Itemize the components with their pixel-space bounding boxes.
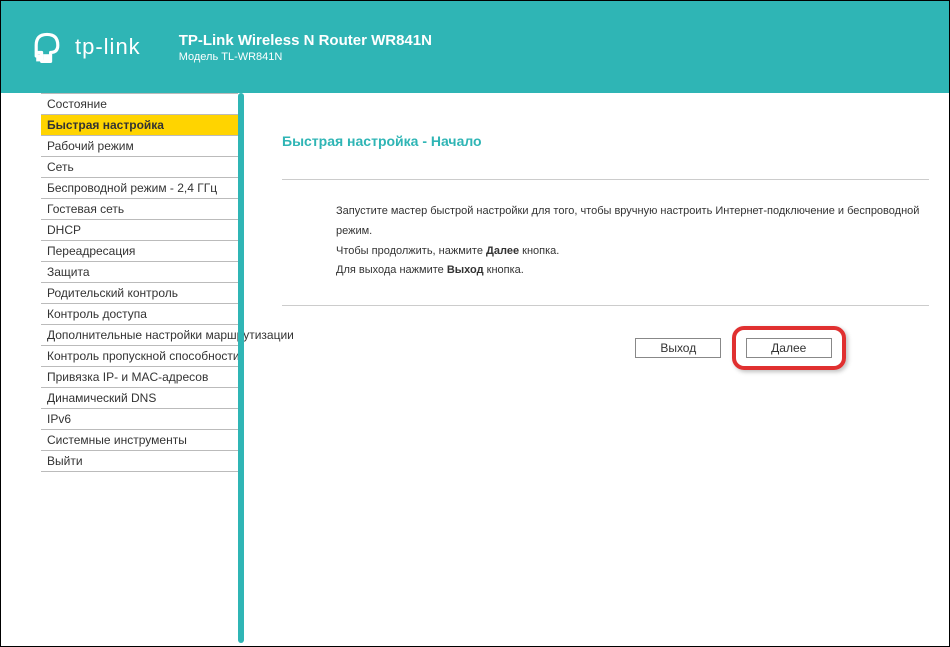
sidebar-item-14[interactable]: Динамический DNS (41, 388, 238, 409)
sidebar-item-15[interactable]: IPv6 (41, 409, 238, 430)
divider (282, 179, 929, 180)
page-title: Быстрая настройка - Начало (282, 133, 929, 149)
instructions: Запустите мастер быстрой настройки для т… (282, 202, 929, 281)
divider (282, 305, 929, 306)
highlight-annotation: Далее (732, 326, 846, 370)
sidebar-item-10[interactable]: Контроль доступа (41, 304, 238, 325)
sidebar-item-4[interactable]: Беспроводной режим - 2,4 ГГц (41, 178, 238, 199)
sidebar-item-7[interactable]: Переадресация (41, 241, 238, 262)
sidebar-item-12[interactable]: Контроль пропускной способности (41, 346, 238, 367)
sidebar-item-1[interactable]: Быстрая настройка (41, 115, 238, 136)
content-area: Быстрая настройка - Начало Запустите мас… (238, 93, 949, 646)
sidebar-item-9[interactable]: Родительский контроль (41, 283, 238, 304)
sidebar-item-11[interactable]: Дополнительные настройки маршрутизации (41, 325, 238, 346)
tplink-logo-icon (29, 29, 65, 65)
instruction-line-2: Чтобы продолжить, нажмите Далее кнопка. (336, 242, 929, 262)
sidebar-item-6[interactable]: DHCP (41, 220, 238, 241)
sidebar-item-17[interactable]: Выйти (41, 451, 238, 472)
instruction-line-1: Запустите мастер быстрой настройки для т… (336, 202, 929, 242)
sidebar: СостояниеБыстрая настройкаРабочий режимС… (1, 93, 238, 472)
instruction-line-3: Для выхода нажмите Выход кнопка. (336, 261, 929, 281)
button-row: Выход Далее (282, 326, 929, 370)
model-text: Модель TL-WR841N (179, 51, 432, 63)
header-titles: TP-Link Wireless N Router WR841N Модель … (179, 32, 432, 63)
logo-area: tp-link (29, 29, 141, 65)
next-button[interactable]: Далее (746, 338, 832, 358)
sidebar-item-0[interactable]: Состояние (41, 93, 238, 115)
header: tp-link TP-Link Wireless N Router WR841N… (1, 1, 949, 93)
sidebar-item-5[interactable]: Гостевая сеть (41, 199, 238, 220)
sidebar-item-16[interactable]: Системные инструменты (41, 430, 238, 451)
exit-button[interactable]: Выход (635, 338, 721, 358)
sidebar-item-8[interactable]: Защита (41, 262, 238, 283)
product-title: TP-Link Wireless N Router WR841N (179, 32, 432, 49)
sidebar-item-3[interactable]: Сеть (41, 157, 238, 178)
brand-text: tp-link (75, 34, 141, 60)
sidebar-item-13[interactable]: Привязка IP- и MAC-адресов (41, 367, 238, 388)
sidebar-item-2[interactable]: Рабочий режим (41, 136, 238, 157)
